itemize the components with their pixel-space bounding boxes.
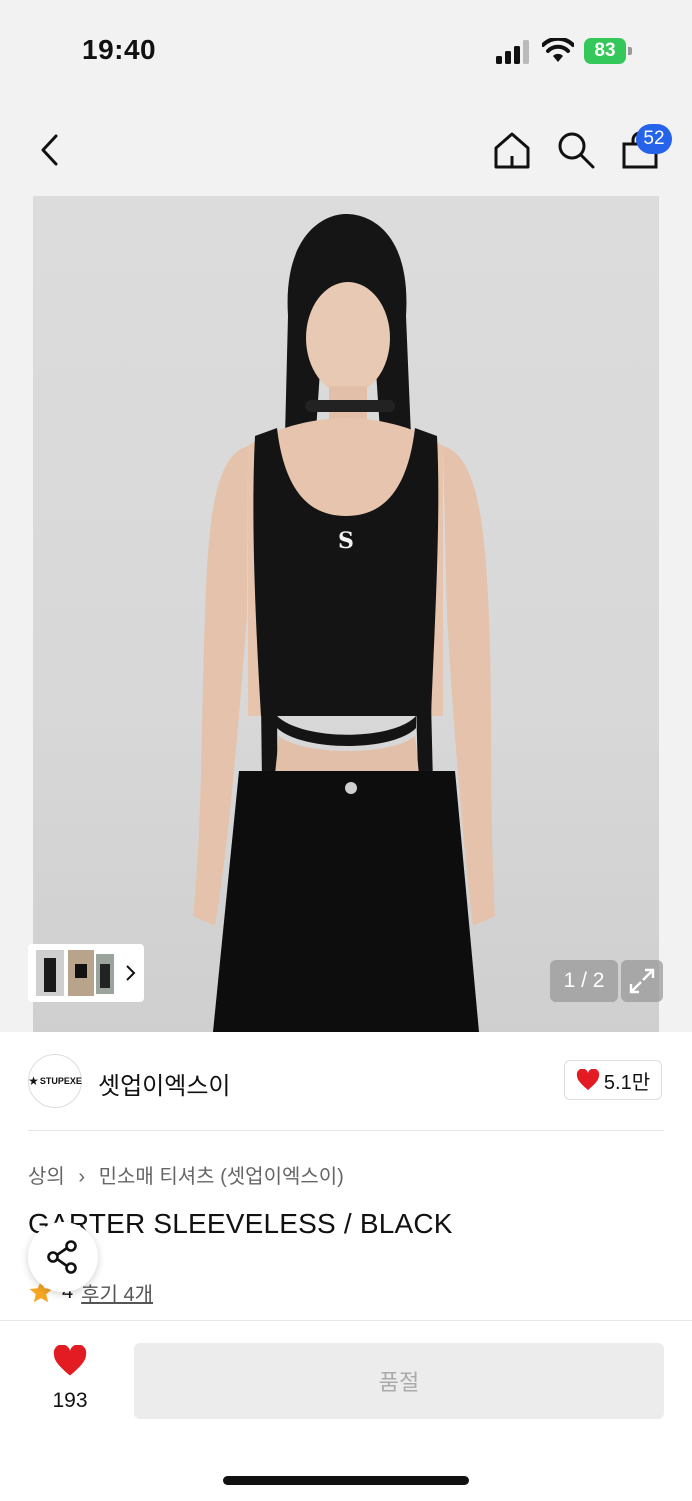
battery-level: 83	[584, 38, 626, 64]
brand-name[interactable]: 셋업이엑스이	[98, 1066, 230, 1101]
chevron-right-icon[interactable]	[124, 964, 136, 982]
heart-icon	[576, 1069, 599, 1090]
reviews-link[interactable]: 후기 4개	[81, 1278, 153, 1307]
share-icon	[47, 1240, 77, 1274]
brand-row[interactable]: ★ STUPEXE 셋업이엑스이 5.1만	[28, 1054, 664, 1108]
expand-button[interactable]	[621, 960, 663, 1002]
thumbnail-strip[interactable]	[28, 944, 144, 1002]
battery-indicator: 83	[584, 38, 634, 64]
breadcrumb-separator: ›	[78, 1166, 86, 1188]
svg-text:S: S	[338, 528, 354, 554]
share-button[interactable]	[28, 1222, 98, 1292]
heart-icon	[53, 1345, 87, 1376]
product-gallery[interactable]: S 1 / 2	[0, 196, 692, 1032]
product-title: GARTER SLEEVELESS / BLACK	[28, 1208, 453, 1239]
sold-out-button[interactable]: 품절	[134, 1343, 664, 1419]
star-logo-icon: ★	[28, 1074, 39, 1088]
wifi-icon	[542, 38, 574, 62]
brand-like-count: 5.1만	[603, 1071, 651, 1094]
breadcrumb-subcategory[interactable]: 민소매 티셔츠 (셋업이엑스이)	[99, 1160, 344, 1189]
wishlist-button[interactable]: 193	[40, 1345, 100, 1415]
image-pager: 1 / 2	[550, 960, 618, 1002]
top-nav-bar	[0, 100, 692, 196]
battery-tip	[628, 47, 632, 55]
bottom-action-bar: 193 품절	[0, 1320, 692, 1501]
brand-like-button[interactable]: 5.1만	[564, 1060, 662, 1100]
thumbnail-1[interactable]	[36, 950, 64, 996]
home-icon[interactable]	[492, 130, 532, 170]
model-illustration: S	[193, 214, 495, 1032]
status-bar: 19:40 83	[0, 0, 692, 100]
divider	[28, 1130, 664, 1131]
breadcrumb-category[interactable]: 상의	[28, 1160, 65, 1189]
search-icon[interactable]	[556, 130, 596, 170]
wishlist-count: 193	[52, 1389, 88, 1412]
home-indicator[interactable]	[223, 1476, 469, 1485]
thumbnail-2[interactable]	[68, 950, 94, 996]
brand-logo-text: STUPEXE	[39, 1076, 82, 1086]
chevron-left-icon[interactable]	[36, 132, 62, 168]
breadcrumb: 상의 › 민소매 티셔츠 (셋업이엑스이)	[28, 1160, 344, 1189]
brand-logo[interactable]: ★ STUPEXE	[28, 1054, 82, 1108]
cart-count-badge: 52	[636, 124, 672, 154]
product-photo[interactable]: S	[33, 196, 659, 1032]
cellular-signal-icon	[496, 40, 529, 64]
expand-icon	[629, 968, 655, 994]
status-time: 19:40	[82, 34, 157, 65]
thumbnail-3[interactable]	[96, 954, 114, 994]
